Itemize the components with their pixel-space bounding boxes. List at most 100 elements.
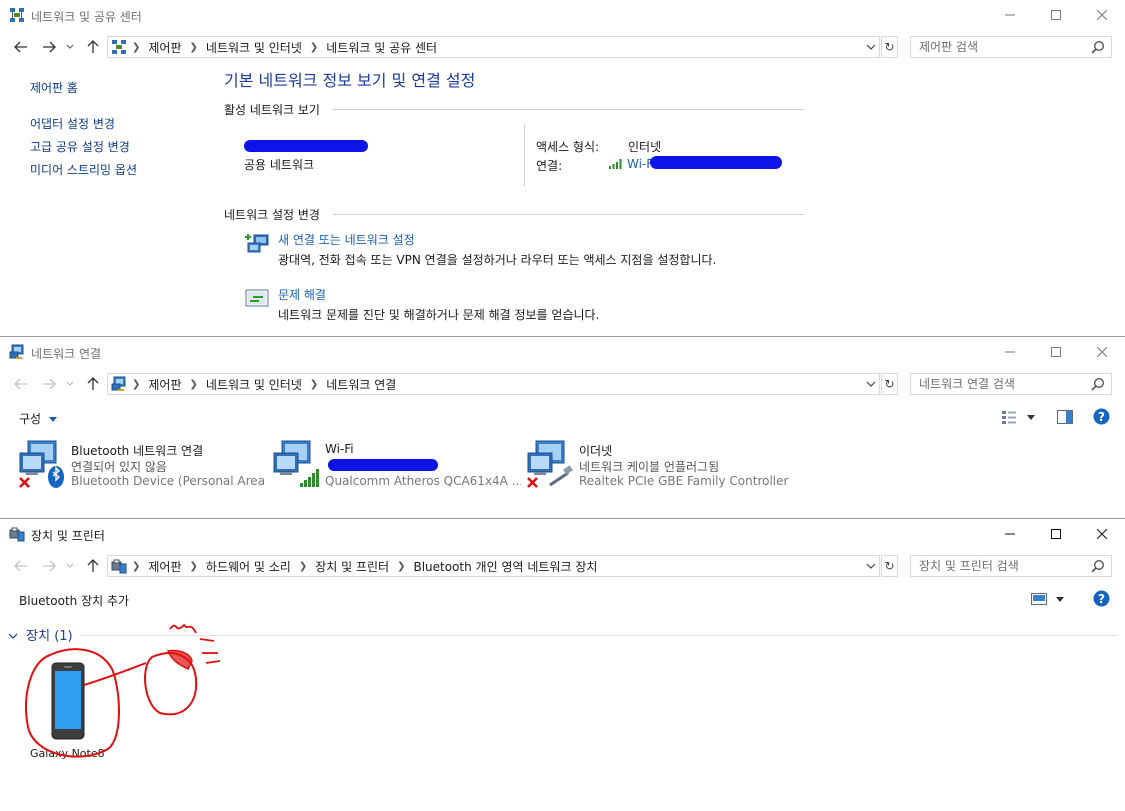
titlebar[interactable]: 네트워크 연결 bbox=[0, 337, 1125, 367]
refresh-icon[interactable]: ↻ bbox=[881, 36, 898, 58]
organize-menu[interactable]: 구성 bbox=[19, 410, 57, 427]
address-dropdown-icon[interactable] bbox=[863, 556, 879, 576]
search-input[interactable] bbox=[919, 39, 1089, 55]
window-title: 장치 및 프린터 bbox=[31, 529, 105, 543]
setup-new-connection-link[interactable]: 새 연결 또는 네트워크 설정 bbox=[278, 231, 415, 248]
address-bar[interactable]: ❯ 제어판 ❯ 네트워크 및 인터넷 ❯ 네트워크 연결 bbox=[107, 373, 880, 395]
titlebar[interactable]: 장치 및 프린터 bbox=[0, 519, 1125, 549]
adapter-bluetooth[interactable]: Bluetooth 네트워크 연결 연결되어 있지 않음 Bluetooth D… bbox=[18, 437, 268, 497]
page-title: 기본 네트워크 정보 보기 및 연결 설정 bbox=[224, 71, 476, 90]
close-button[interactable] bbox=[1079, 0, 1125, 30]
recent-locations-chevron-icon[interactable] bbox=[64, 38, 76, 56]
breadcrumb: ❯ 제어판 ❯ 네트워크 및 인터넷 ❯ 네트워크 및 공유 센터 bbox=[132, 37, 437, 57]
breadcrumb-separator-icon[interactable]: ❯ bbox=[397, 561, 405, 572]
access-type-value: 인터넷 bbox=[628, 140, 662, 154]
section-divider bbox=[333, 109, 804, 110]
change-adapter-settings-link[interactable]: 어댑터 설정 변경 bbox=[30, 115, 115, 132]
breadcrumb-separator-icon[interactable]: ❯ bbox=[190, 379, 198, 390]
setup-new-connection-description: 광대역, 전화 접속 또는 VPN 연결을 설정하거나 라우터 또는 액세스 지… bbox=[278, 253, 717, 267]
svg-text:?: ? bbox=[1098, 592, 1105, 606]
breadcrumb-separator-icon[interactable]: ❯ bbox=[190, 561, 198, 572]
preview-pane-icon[interactable] bbox=[1057, 410, 1073, 424]
breadcrumb-item[interactable]: 하드웨어 및 소리 bbox=[206, 558, 291, 575]
network-connections-window: 네트워크 연결 ❯ 제어판 ❯ 네트워크 및 인터넷 ❯ 네트워크 연결 ↻ 네… bbox=[0, 336, 1125, 518]
forward-arrow-icon[interactable] bbox=[40, 38, 58, 56]
breadcrumb-item[interactable]: 네트워크 및 인터넷 bbox=[206, 376, 302, 393]
breadcrumb-separator-icon[interactable]: ❯ bbox=[190, 42, 198, 53]
forward-arrow-icon[interactable] bbox=[40, 375, 58, 393]
advanced-sharing-settings-link[interactable]: 고급 공유 설정 변경 bbox=[30, 138, 130, 155]
adapter-wifi[interactable]: Wi-Fi Qualcomm Atheros QCA61x4A ... bbox=[272, 437, 522, 497]
breadcrumb-separator-icon[interactable]: ❯ bbox=[310, 42, 318, 53]
minimize-button[interactable] bbox=[987, 519, 1033, 549]
address-bar[interactable]: ❯ 제어판 ❯ 하드웨어 및 소리 ❯ 장치 및 프린터 ❯ Bluetooth… bbox=[107, 555, 880, 577]
annotation-overlay bbox=[25, 623, 221, 758]
add-bluetooth-device-button[interactable]: Bluetooth 장치 추가 bbox=[19, 592, 129, 609]
search-box[interactable] bbox=[910, 373, 1112, 395]
search-icon[interactable] bbox=[1091, 40, 1105, 54]
search-input[interactable] bbox=[919, 558, 1089, 574]
forward-arrow-icon[interactable] bbox=[40, 557, 58, 575]
refresh-icon[interactable]: ↻ bbox=[881, 555, 898, 577]
search-input[interactable] bbox=[919, 376, 1089, 392]
address-bar[interactable]: ❯ 제어판 ❯ 네트워크 및 인터넷 ❯ 네트워크 및 공유 센터 bbox=[107, 36, 880, 58]
change-view-icon[interactable] bbox=[1001, 410, 1017, 424]
search-box[interactable] bbox=[910, 36, 1112, 58]
svg-text:?: ? bbox=[1098, 410, 1105, 424]
address-row: ❯ 제어판 ❯ 하드웨어 및 소리 ❯ 장치 및 프린터 ❯ Bluetooth… bbox=[0, 551, 1125, 581]
breadcrumb-separator-icon[interactable]: ❯ bbox=[132, 561, 140, 572]
change-view-icon[interactable] bbox=[1031, 593, 1047, 605]
close-button[interactable] bbox=[1079, 519, 1125, 549]
maximize-button[interactable] bbox=[1033, 519, 1079, 549]
search-box[interactable] bbox=[910, 555, 1112, 577]
address-dropdown-icon[interactable] bbox=[863, 374, 879, 394]
breadcrumb-item[interactable]: 제어판 bbox=[148, 558, 181, 575]
breadcrumb-separator-icon[interactable]: ❯ bbox=[132, 42, 140, 53]
control-panel-home-link[interactable]: 제어판 홈 bbox=[30, 79, 78, 96]
view-options-chevron-icon[interactable] bbox=[1056, 597, 1064, 602]
breadcrumb-separator-icon[interactable]: ❯ bbox=[299, 561, 307, 572]
maximize-button[interactable] bbox=[1033, 0, 1079, 30]
breadcrumb: ❯ 제어판 ❯ 네트워크 및 인터넷 ❯ 네트워크 연결 bbox=[132, 374, 396, 394]
up-arrow-icon[interactable] bbox=[84, 557, 102, 575]
breadcrumb-item[interactable]: 네트워크 연결 bbox=[326, 376, 396, 393]
breadcrumb-separator-icon[interactable]: ❯ bbox=[132, 379, 140, 390]
change-settings-section-label: 네트워크 설정 변경 bbox=[224, 208, 320, 222]
breadcrumb-item[interactable]: 네트워크 및 인터넷 bbox=[206, 39, 302, 56]
media-streaming-options-link[interactable]: 미디어 스트리밍 옵션 bbox=[30, 161, 137, 178]
close-button[interactable] bbox=[1079, 337, 1125, 367]
breadcrumb-item[interactable]: 제어판 bbox=[148, 376, 181, 393]
back-arrow-icon[interactable] bbox=[12, 375, 30, 393]
titlebar[interactable]: 네트워크 및 공유 센터 bbox=[0, 0, 1125, 30]
up-arrow-icon[interactable] bbox=[84, 38, 102, 56]
adapter-status: 네트워크 케이블 언플러그됨 bbox=[579, 460, 720, 474]
chevron-down-icon bbox=[48, 416, 57, 422]
minimize-button[interactable] bbox=[987, 0, 1033, 30]
breadcrumb-item[interactable]: 제어판 bbox=[148, 39, 181, 56]
address-row: ❯ 제어판 ❯ 네트워크 및 인터넷 ❯ 네트워크 연결 ↻ bbox=[0, 369, 1125, 399]
troubleshoot-link[interactable]: 문제 해결 bbox=[278, 286, 326, 303]
breadcrumb-item[interactable]: 네트워크 및 공유 센터 bbox=[326, 39, 437, 56]
access-type-label: 액세스 형식: bbox=[536, 140, 600, 154]
back-arrow-icon[interactable] bbox=[12, 557, 30, 575]
breadcrumb-item[interactable]: Bluetooth 개인 영역 네트워크 장치 bbox=[413, 558, 597, 575]
vertical-divider bbox=[524, 124, 525, 186]
up-arrow-icon[interactable] bbox=[84, 375, 102, 393]
recent-locations-chevron-icon[interactable] bbox=[64, 375, 76, 393]
recent-locations-chevron-icon[interactable] bbox=[64, 557, 76, 575]
refresh-icon[interactable]: ↻ bbox=[881, 373, 898, 395]
back-arrow-icon[interactable] bbox=[12, 38, 30, 56]
address-dropdown-icon[interactable] bbox=[863, 37, 879, 57]
view-options-chevron-icon[interactable] bbox=[1027, 415, 1035, 420]
network-sharing-center-window: 네트워크 및 공유 센터 ❯ 제어판 ❯ 네트워크 및 인터넷 ❯ 네트워크 및… bbox=[0, 0, 1125, 336]
adapter-ethernet[interactable]: 이더넷 네트워크 케이블 언플러그됨 Realtek PCIe GBE Fami… bbox=[526, 437, 826, 497]
search-icon[interactable] bbox=[1091, 559, 1105, 573]
search-icon[interactable] bbox=[1091, 377, 1105, 391]
breadcrumb-separator-icon[interactable]: ❯ bbox=[310, 379, 318, 390]
maximize-button[interactable] bbox=[1033, 337, 1079, 367]
help-icon[interactable]: ? bbox=[1093, 408, 1110, 425]
wifi-adapter-icon bbox=[273, 440, 319, 487]
breadcrumb-item[interactable]: 장치 및 프린터 bbox=[315, 558, 389, 575]
help-icon[interactable]: ? bbox=[1093, 590, 1110, 607]
minimize-button[interactable] bbox=[987, 337, 1033, 367]
